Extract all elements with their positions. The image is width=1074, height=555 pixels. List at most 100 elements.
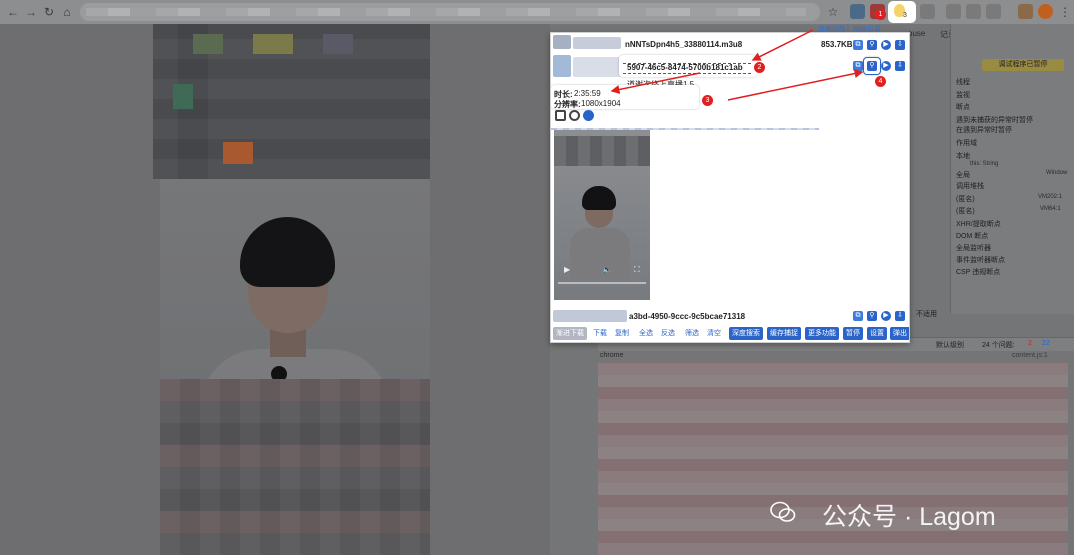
download-icon[interactable]: ⇩ (895, 61, 905, 71)
profile-avatar[interactable] (1038, 4, 1053, 19)
resolution-value: 1080x1904 (581, 99, 621, 108)
deep-search-button[interactable]: 深度搜索 (729, 327, 763, 340)
hash-id[interactable]: 5907-46c5-8474-5700b181c1ab (627, 63, 743, 72)
clear-button[interactable]: 清空 (707, 327, 721, 340)
copy-icon[interactable]: ⧉ (853, 311, 863, 321)
preview-shelf (554, 136, 650, 166)
play-icon[interactable]: ▶ (881, 311, 891, 321)
play-icon[interactable]: ▶ (881, 61, 891, 71)
preview-play-icon[interactable]: ▶ (564, 265, 570, 274)
breakpoints-section[interactable]: 断点 (956, 102, 970, 112)
video-preview[interactable]: ▶ 🔈 ⛶ (554, 130, 650, 300)
invert-selection-button[interactable]: 反选 (661, 327, 675, 340)
target-icon[interactable] (569, 110, 580, 121)
forward-icon[interactable]: → (22, 3, 40, 21)
console-source-link[interactable]: content.js:1 (1012, 352, 1048, 359)
threads-section[interactable]: 线程 (956, 77, 970, 87)
item-id[interactable]: a3bd-4950-9ccc-9c5bcae71318 (629, 312, 745, 321)
extension-icon[interactable] (946, 4, 961, 19)
file-size: 853.7KB (821, 40, 853, 49)
extension-badge: 3 (903, 12, 907, 19)
devtools-tab[interactable]: ouse (908, 29, 925, 38)
extension-icon[interactable] (986, 4, 1001, 19)
wechat-logo-icon (770, 501, 796, 522)
preview-person-hair (582, 186, 616, 210)
issues-count-a[interactable]: 2 (1028, 340, 1032, 347)
scope-this-value: this: String (970, 161, 999, 167)
download-button[interactable]: 下载 (593, 327, 607, 340)
open-link-icon[interactable] (583, 110, 594, 121)
extension-icon[interactable] (966, 4, 981, 19)
other-features-link[interactable]: 其他功能 (818, 24, 846, 34)
scope-local[interactable]: 本地 (956, 151, 970, 161)
watermark-text: 公众号 · Lagom (822, 503, 996, 531)
mosaic-block (173, 84, 193, 109)
settings-button[interactable]: 设置 (867, 327, 887, 340)
resolution-label: 分辨率: (554, 100, 581, 109)
video-sniffer-extension-button[interactable]: 3 (888, 1, 916, 23)
pause-uncaught-checkbox[interactable]: 遇到未捕获的异常时暂停 (956, 115, 1033, 125)
cache-capture-button[interactable]: 缓存捕捉 (767, 327, 801, 340)
file-name[interactable]: nNNTsDpn4h5_33880114.m3u8 (625, 40, 742, 49)
address-bar-redacted (86, 8, 806, 16)
qr-code-icon[interactable] (555, 110, 566, 121)
issues-count-b[interactable]: 22 (1042, 340, 1050, 347)
pause-button[interactable]: 暂停 (843, 327, 863, 340)
home-icon[interactable]: ⌂ (58, 3, 76, 21)
redacted-title (553, 310, 627, 322)
more-features-button[interactable]: 更多功能 (805, 327, 839, 340)
reload-icon[interactable]: ↻ (40, 3, 58, 21)
back-icon[interactable]: ← (4, 3, 22, 21)
call-stack-file[interactable]: VM202:1 (1038, 194, 1062, 200)
preview-progress-bar[interactable] (558, 282, 646, 284)
media-item-row[interactable]: a3bd-4950-9ccc-9c5bcae71318 ⧉ ⚲ ▶ ⇩ (551, 310, 909, 324)
network-settings-link[interactable]: 网络设置 (853, 24, 881, 34)
bookmark-star-icon[interactable]: ☆ (824, 3, 842, 21)
play-icon[interactable]: ▶ (881, 40, 891, 50)
download-icon[interactable]: ⇩ (895, 311, 905, 321)
preview-fullscreen-icon[interactable]: ⛶ (634, 265, 640, 275)
annotation-marker-4: 4 (875, 76, 886, 87)
address-bar[interactable] (80, 3, 820, 21)
redacted-title (573, 37, 621, 49)
debugger-paused-banner: 调试程序已暂停 (982, 59, 1064, 71)
call-stack-frame[interactable]: (匿名) (956, 206, 975, 216)
watch-section[interactable]: 监视 (956, 90, 970, 100)
search-icon[interactable]: ⚲ (867, 311, 877, 321)
event-listener-breakpoints-section[interactable]: 事件监听器断点 (956, 255, 1005, 265)
preview-search-icon[interactable]: ⚲ (867, 61, 877, 71)
link-separator: | (847, 24, 849, 31)
copy-icon[interactable]: ⧉ (853, 40, 863, 50)
pause-caught-checkbox[interactable]: 在遇到异常时暂停 (956, 125, 1012, 135)
search-icon[interactable]: ⚲ (867, 40, 877, 50)
csp-breakpoints-section[interactable]: CSP 违规断点 (956, 267, 1000, 277)
annotation-marker-2: 2 (754, 62, 765, 73)
scope-section[interactable]: 作用域 (956, 138, 977, 148)
pixelated-bottom-area (160, 379, 430, 555)
issues-label[interactable]: 24 个问题: (982, 340, 1015, 350)
extension-icon[interactable] (920, 4, 935, 19)
popout-button[interactable]: 弹出 (890, 327, 909, 340)
dom-breakpoints-section[interactable]: DOM 断点 (956, 231, 988, 241)
mosaic-block (193, 34, 223, 54)
progressive-download-button[interactable]: 渐进下载 (553, 327, 587, 340)
extension-icon[interactable] (850, 4, 865, 19)
popup-action-bar: 渐进下载 下载 复制 全选 反选 筛选 清空 深度搜索 缓存捕捉 更多功能 暂停… (551, 325, 909, 342)
xhr-breakpoints-section[interactable]: XHR/提取断点 (956, 219, 1001, 229)
call-stack-section[interactable]: 调用堆栈 (956, 181, 984, 191)
call-stack-file[interactable]: VM64:1 (1040, 206, 1061, 212)
download-icon[interactable]: ⇩ (895, 40, 905, 50)
item-thumbnail (553, 55, 571, 77)
select-all-button[interactable]: 全选 (639, 327, 653, 340)
global-listeners-section[interactable]: 全局监听器 (956, 243, 991, 253)
copy-icon[interactable]: ⧉ (853, 61, 863, 71)
log-level-select[interactable]: 默认级别 (936, 340, 964, 350)
copy-button[interactable]: 复制 (615, 327, 629, 340)
filter-button[interactable]: 筛选 (685, 327, 699, 340)
preview-volume-icon[interactable]: 🔈 (602, 265, 612, 274)
scope-global[interactable]: 全局 (956, 170, 970, 180)
call-stack-frame[interactable]: (匿名) (956, 194, 975, 204)
mosaic-block (253, 34, 293, 54)
extension-icon[interactable] (1018, 4, 1033, 19)
kebab-menu-icon[interactable]: ⋮ (1056, 3, 1074, 21)
